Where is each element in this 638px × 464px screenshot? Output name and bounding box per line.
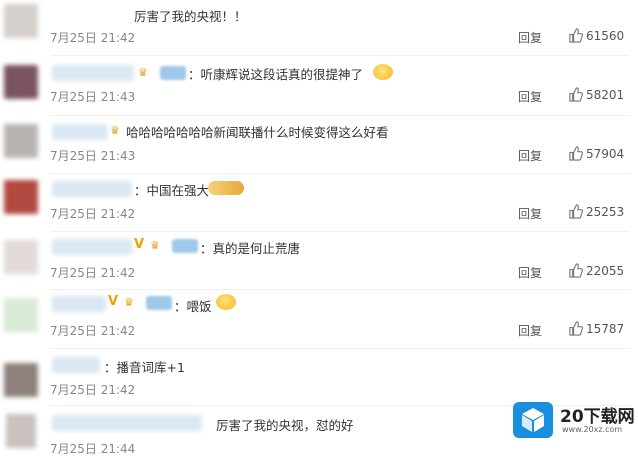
vip-badge-icon: ♛ (124, 296, 134, 309)
reply-button[interactable]: 回复 (518, 88, 542, 105)
strong-arm-emoji-icon (208, 181, 244, 195)
like-button[interactable]: 58201 (568, 87, 624, 102)
like-count: 22055 (586, 263, 625, 278)
comment-time: 7月25日 21:43 (50, 90, 136, 104)
vip-badge-icon: ♛ (138, 66, 148, 79)
username[interactable] (52, 357, 100, 373)
comment-item: 厉害了我的央视！！ 7月25日 21:42 回复 61560 (0, 0, 638, 58)
avatar[interactable] (4, 363, 38, 397)
comment-text: 哈哈哈哈哈哈哈新闻联播什么时候变得这么好看 (126, 125, 389, 140)
comment-time: 7月25日 21:42 (50, 31, 136, 45)
like-button[interactable]: 61560 (568, 28, 624, 43)
comment-time: 7月25日 21:43 (50, 149, 136, 163)
avatar[interactable] (4, 240, 38, 274)
thumbs-up-icon (569, 146, 583, 161)
like-count: 25253 (586, 204, 625, 219)
comment-text: 厉害了我的央视，怼的好 (216, 418, 354, 433)
comment-text: ：中国在强大 (134, 183, 210, 198)
like-button[interactable]: 22055 (568, 263, 624, 278)
comment-item: ♛ 哈哈哈哈哈哈哈新闻联播什么时候变得这么好看 7月25日 21:43 回复 5… (0, 116, 638, 174)
emoji-icon (216, 294, 236, 310)
comment-text: ：听康辉说这段话真的很提神了 (188, 67, 364, 82)
comment-item: ：中国在强大 7月25日 21:42 回复 25253 (0, 174, 638, 232)
username[interactable] (52, 124, 108, 140)
vip-badge-icon: ♛ (110, 124, 120, 137)
avatar[interactable] (4, 124, 38, 158)
like-count: 57904 (586, 146, 625, 161)
username[interactable] (52, 65, 134, 81)
reply-button[interactable]: 回复 (518, 29, 542, 46)
avatar[interactable] (4, 65, 38, 99)
comment-time: 7月25日 21:42 (50, 207, 136, 221)
reply-button[interactable]: 回复 (518, 147, 542, 164)
verified-v-icon: V (134, 237, 145, 252)
avatar[interactable] (4, 4, 38, 38)
username[interactable] (52, 415, 202, 431)
member-tag (160, 66, 186, 80)
like-button[interactable]: 57904 (568, 146, 624, 161)
reply-button[interactable]: 回复 (518, 322, 542, 339)
avatar[interactable] (6, 414, 36, 448)
watermark-title: 20下载网 (560, 407, 635, 427)
like-button[interactable]: 15787 (568, 321, 624, 336)
like-count: 15787 (586, 321, 625, 336)
emoji-icon (373, 64, 393, 80)
reply-button[interactable]: 回复 (518, 264, 542, 281)
username[interactable] (52, 239, 132, 255)
thumbs-up-icon (569, 321, 583, 336)
verified-v-icon: V (108, 294, 119, 309)
comment-time: 7月25日 21:44 (50, 442, 136, 456)
member-tag (172, 239, 198, 253)
username[interactable] (52, 296, 106, 312)
comment-item: ：播音词库+1 7月25日 21:42 (0, 349, 638, 407)
comment-item: V ♛ ：喂饭 7月25日 21:42 回复 15787 (0, 290, 638, 349)
reply-button[interactable]: 回复 (518, 205, 542, 222)
username[interactable] (52, 181, 132, 197)
comment-text: ：喂饭 (174, 299, 212, 314)
member-tag (146, 296, 172, 310)
like-count: 61560 (586, 28, 625, 43)
comment-item: V ♛ ：真的是何止荒唐 7月25日 21:42 回复 22055 (0, 232, 638, 290)
watermark-url: www.20xz.com (562, 425, 623, 434)
thumbs-up-icon (569, 87, 583, 102)
comment-item: ♛ ：听康辉说这段话真的很提神了 7月25日 21:43 回复 58201 (0, 58, 638, 116)
comment-time: 7月25日 21:42 (50, 266, 136, 280)
comment-time: 7月25日 21:42 (50, 383, 136, 397)
comment-text: ：播音词库+1 (104, 360, 185, 375)
comment-text: 厉害了我的央视！！ (134, 9, 247, 24)
comment-text: ：真的是何止荒唐 (200, 241, 301, 256)
thumbs-up-icon (569, 204, 583, 219)
divider (50, 55, 630, 56)
comment-time: 7月25日 21:42 (50, 324, 136, 338)
like-button[interactable]: 25253 (568, 204, 624, 219)
avatar[interactable] (4, 180, 38, 214)
like-count: 58201 (586, 87, 625, 102)
vip-badge-icon: ♛ (150, 239, 160, 252)
thumbs-up-icon (569, 28, 583, 43)
avatar[interactable] (4, 298, 38, 332)
watermark-logo-icon (513, 402, 553, 438)
thumbs-up-icon (569, 263, 583, 278)
